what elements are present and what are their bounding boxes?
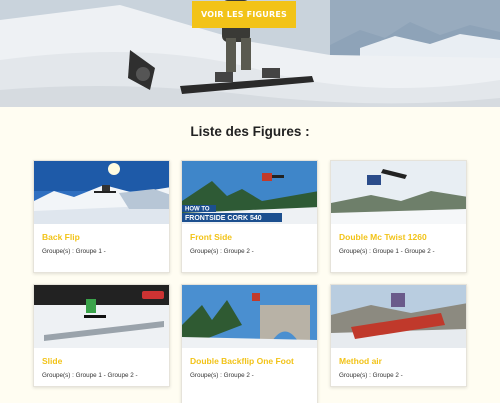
figure-card[interactable]: Double Mc Twist 1260 Groupe(s) : Groupe … [330, 160, 467, 273]
figure-card[interactable]: Double Backflip One Foot Groupe(s) : Gro… [181, 284, 318, 403]
card-title[interactable]: Method air [339, 356, 458, 366]
figure-card[interactable]: Slide Groupe(s) : Groupe 1 - Groupe 2 - [33, 284, 170, 387]
card-image[interactable] [182, 285, 317, 348]
card-title[interactable]: Slide [42, 356, 161, 366]
card-title[interactable]: Double Mc Twist 1260 [339, 232, 458, 242]
card-groups: Groupe(s) : Groupe 1 - Groupe 2 - [339, 248, 435, 255]
card-image[interactable] [34, 161, 169, 224]
card-image[interactable]: HOW TO FRONTSIDE CORK 540 [182, 161, 317, 224]
card-groups: Groupe(s) : Groupe 2 - [190, 372, 254, 379]
card-image[interactable] [331, 285, 466, 348]
card-image[interactable] [34, 285, 169, 348]
card-groups: Groupe(s) : Groupe 2 - [339, 372, 403, 379]
card-groups: Groupe(s) : Groupe 1 - [42, 248, 106, 255]
card-title[interactable]: Front Side [190, 232, 309, 242]
card-groups: Groupe(s) : Groupe 1 - Groupe 2 - [42, 372, 138, 379]
view-figures-button[interactable]: VOIR LES FIGURES [192, 1, 296, 28]
figure-card[interactable]: Method air Groupe(s) : Groupe 2 - [330, 284, 467, 387]
hero-banner: VOIR LES FIGURES [0, 0, 500, 107]
card-image[interactable] [331, 161, 466, 224]
card-title[interactable]: Double Backflip One Foot [190, 356, 309, 366]
thumbnail-caption: FRONTSIDE CORK 540 [185, 215, 262, 222]
card-title[interactable]: Back Flip [42, 232, 161, 242]
card-groups: Groupe(s) : Groupe 2 - [190, 248, 254, 255]
thumbnail-caption-top: HOW TO [185, 207, 210, 213]
figure-card[interactable]: HOW TO FRONTSIDE CORK 540 Front Side Gro… [181, 160, 318, 273]
section-title: Liste des Figures : [190, 124, 310, 139]
figure-card[interactable]: Back Flip Groupe(s) : Groupe 1 - [33, 160, 170, 273]
